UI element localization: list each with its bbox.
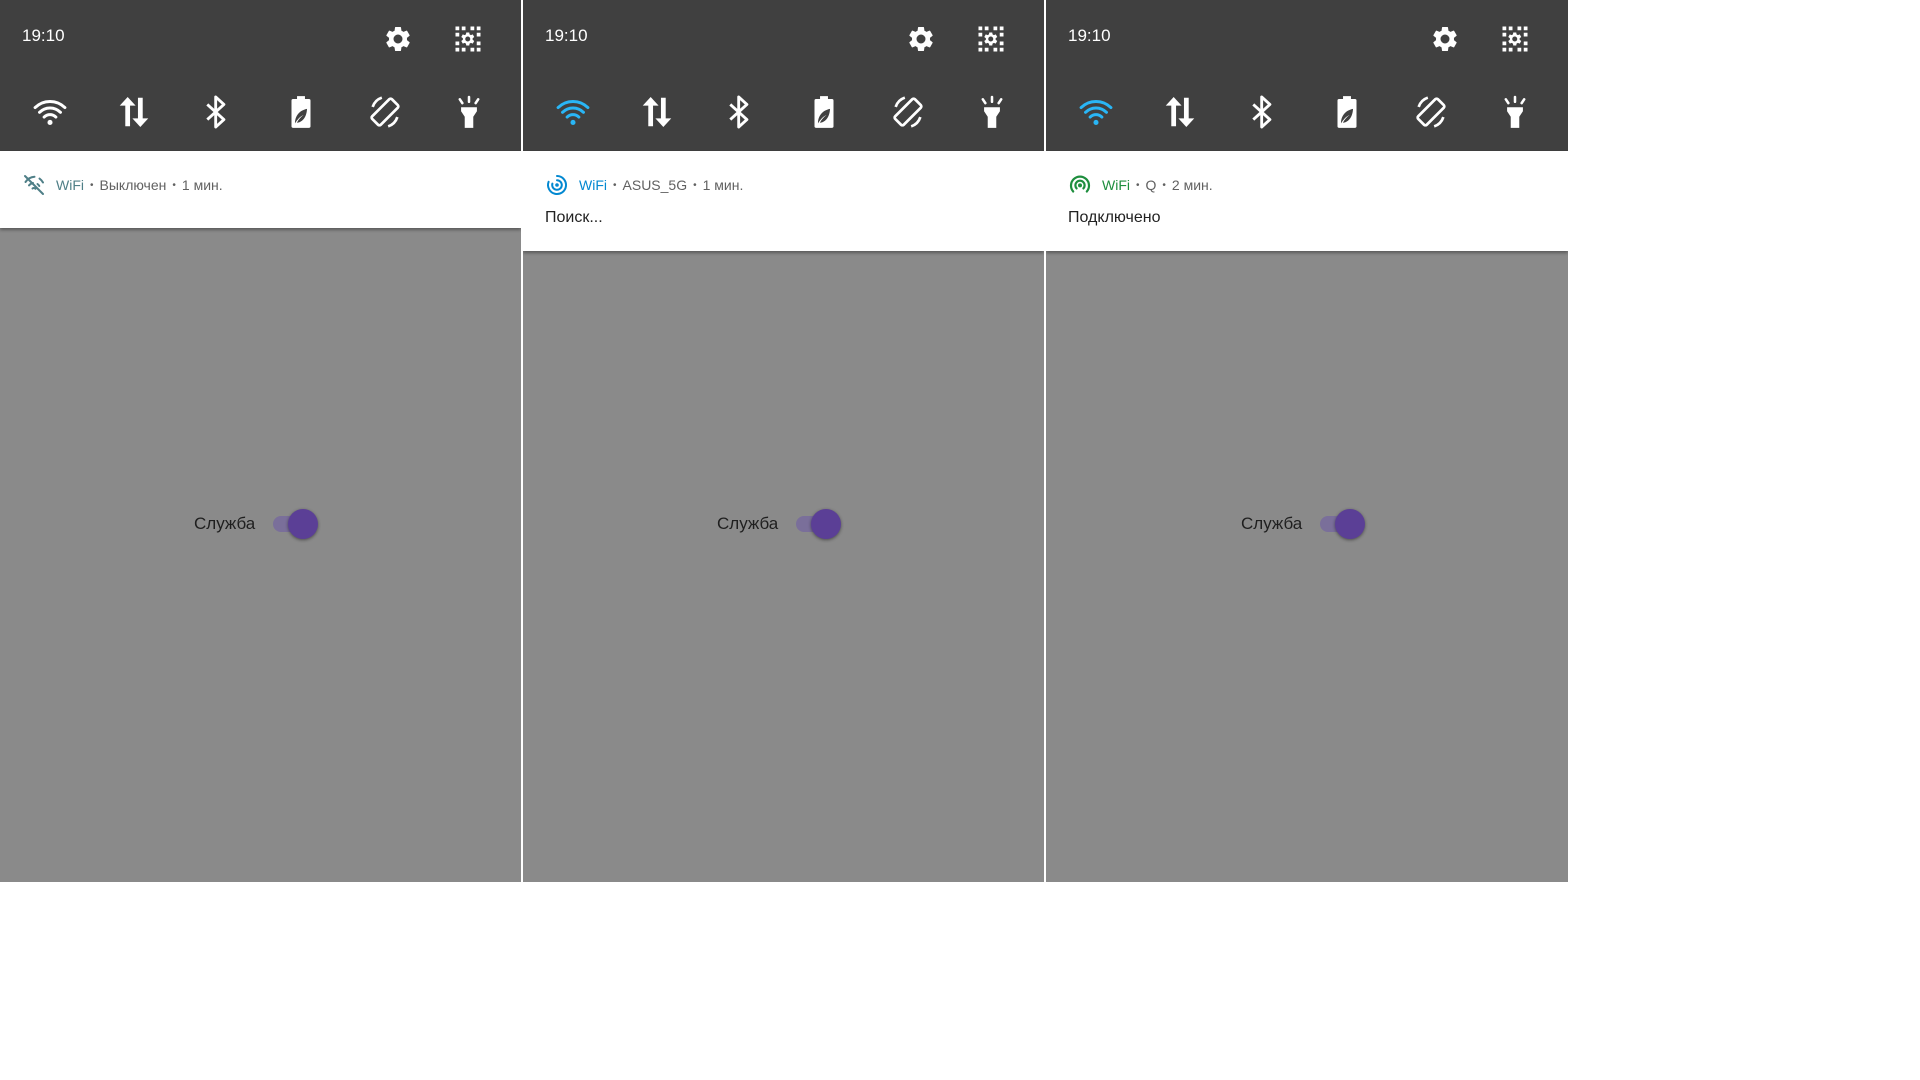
notification-subtext: Q (1145, 177, 1157, 193)
auto-rotate-tile[interactable] (365, 92, 405, 132)
notification-time: 1 мин. (181, 177, 223, 193)
quick-tiles-row (1046, 92, 1568, 132)
flashlight-tile[interactable] (449, 92, 489, 132)
wifi-connected-icon (1068, 173, 1092, 197)
data-transfer-icon (642, 96, 672, 128)
screen-wifi-off: 19:10 WiFi • Выключен • 1 мин. Служба (0, 0, 521, 882)
notification-subtext: Выключен (99, 177, 167, 193)
switch-thumb (1335, 509, 1366, 539)
battery-saver-icon (291, 96, 311, 128)
wifi-icon (33, 100, 67, 125)
service-switch[interactable] (271, 508, 319, 540)
bluetooth-icon (206, 95, 226, 129)
quick-settings-panel: 19:10 (523, 0, 1044, 151)
flashlight-icon (981, 95, 1003, 128)
edit-tiles-icon[interactable] (453, 24, 483, 54)
gear-icon[interactable] (383, 24, 413, 54)
battery-saver-icon (814, 96, 834, 128)
auto-rotate-tile[interactable] (888, 92, 928, 132)
wifi-off-icon (22, 173, 46, 197)
mobile-data-tile[interactable] (1160, 92, 1200, 132)
bluetooth-tile[interactable] (719, 92, 759, 132)
edit-tiles-icon[interactable] (1500, 24, 1530, 54)
battery-saver-icon (1337, 96, 1357, 128)
notification-body: Подключено (1068, 209, 1161, 226)
quick-settings-panel: 19:10 (0, 0, 521, 151)
status-time: 19:10 (545, 26, 588, 45)
bluetooth-icon (1252, 95, 1272, 129)
bluetooth-tile[interactable] (1242, 92, 1282, 132)
battery-saver-tile[interactable] (1327, 92, 1367, 132)
auto-rotate-icon (370, 96, 400, 128)
separator-dot: • (90, 179, 94, 191)
bluetooth-icon (729, 95, 749, 129)
quick-tiles-row (523, 92, 1044, 132)
separator-dot: • (172, 179, 176, 191)
notification-time: 1 мин. (702, 177, 744, 193)
wifi-tile[interactable] (1076, 92, 1116, 132)
flashlight-tile[interactable] (972, 92, 1012, 132)
wifi-searching-icon (545, 173, 569, 197)
notification-subtext: ASUS_5G (622, 177, 688, 193)
wifi-notification[interactable]: WiFi • Выключен • 1 мин. (0, 151, 521, 228)
quick-tiles-row (0, 92, 521, 132)
auto-rotate-tile[interactable] (1411, 92, 1451, 132)
service-label: Служба (717, 514, 779, 533)
notification-time: 2 мин. (1171, 177, 1213, 193)
separator-dot: • (1162, 179, 1166, 191)
wifi-icon (556, 100, 590, 125)
wifi-notification[interactable]: WiFi • Q • 2 мин. Подключено (1046, 151, 1568, 251)
bluetooth-tile[interactable] (196, 92, 236, 132)
gear-icon[interactable] (906, 24, 936, 54)
notification-app-name: WiFi (579, 177, 607, 193)
flashlight-icon (1504, 95, 1526, 128)
service-row: Служба (1241, 508, 1366, 540)
status-time: 19:10 (22, 26, 65, 45)
notification-app-name: WiFi (1102, 177, 1130, 193)
auto-rotate-icon (893, 96, 923, 128)
notification-header: WiFi • ASUS_5G • 1 мин. (545, 173, 743, 197)
wifi-tile[interactable] (553, 92, 593, 132)
battery-saver-tile[interactable] (804, 92, 844, 132)
data-transfer-icon (119, 96, 149, 128)
service-switch[interactable] (794, 508, 842, 540)
edit-tiles-icon[interactable] (976, 24, 1006, 54)
separator-dot: • (1136, 179, 1140, 191)
notification-body: Поиск... (545, 209, 603, 226)
gear-icon[interactable] (1430, 24, 1460, 54)
notification-app-name: WiFi (56, 177, 84, 193)
wifi-tile[interactable] (30, 92, 70, 132)
battery-saver-tile[interactable] (281, 92, 321, 132)
notification-header: WiFi • Q • 2 мин. (1068, 173, 1213, 197)
switch-thumb (288, 509, 319, 539)
wifi-icon (1079, 100, 1113, 125)
separator-dot: • (693, 179, 697, 191)
data-transfer-icon (1165, 96, 1195, 128)
switch-thumb (811, 509, 842, 539)
flashlight-tile[interactable] (1495, 92, 1535, 132)
status-time: 19:10 (1068, 26, 1111, 45)
separator-dot: • (613, 179, 617, 191)
quick-settings-panel: 19:10 (1046, 0, 1568, 151)
service-switch[interactable] (1318, 508, 1366, 540)
service-row: Служба (194, 508, 319, 540)
flashlight-icon (458, 95, 480, 128)
notification-header: WiFi • Выключен • 1 мин. (22, 173, 223, 197)
mobile-data-tile[interactable] (637, 92, 677, 132)
service-label: Служба (194, 514, 256, 533)
screen-wifi-connected: 19:10 WiFi • Q • 2 мин. Подключено Служб… (1046, 0, 1568, 882)
service-row: Служба (717, 508, 842, 540)
wifi-notification[interactable]: WiFi • ASUS_5G • 1 мин. Поиск... (523, 151, 1044, 251)
auto-rotate-icon (1416, 96, 1446, 128)
screen-wifi-searching: 19:10 WiFi • ASUS_5G • 1 мин. Поиск... С… (523, 0, 1044, 882)
mobile-data-tile[interactable] (114, 92, 154, 132)
service-label: Служба (1241, 514, 1303, 533)
